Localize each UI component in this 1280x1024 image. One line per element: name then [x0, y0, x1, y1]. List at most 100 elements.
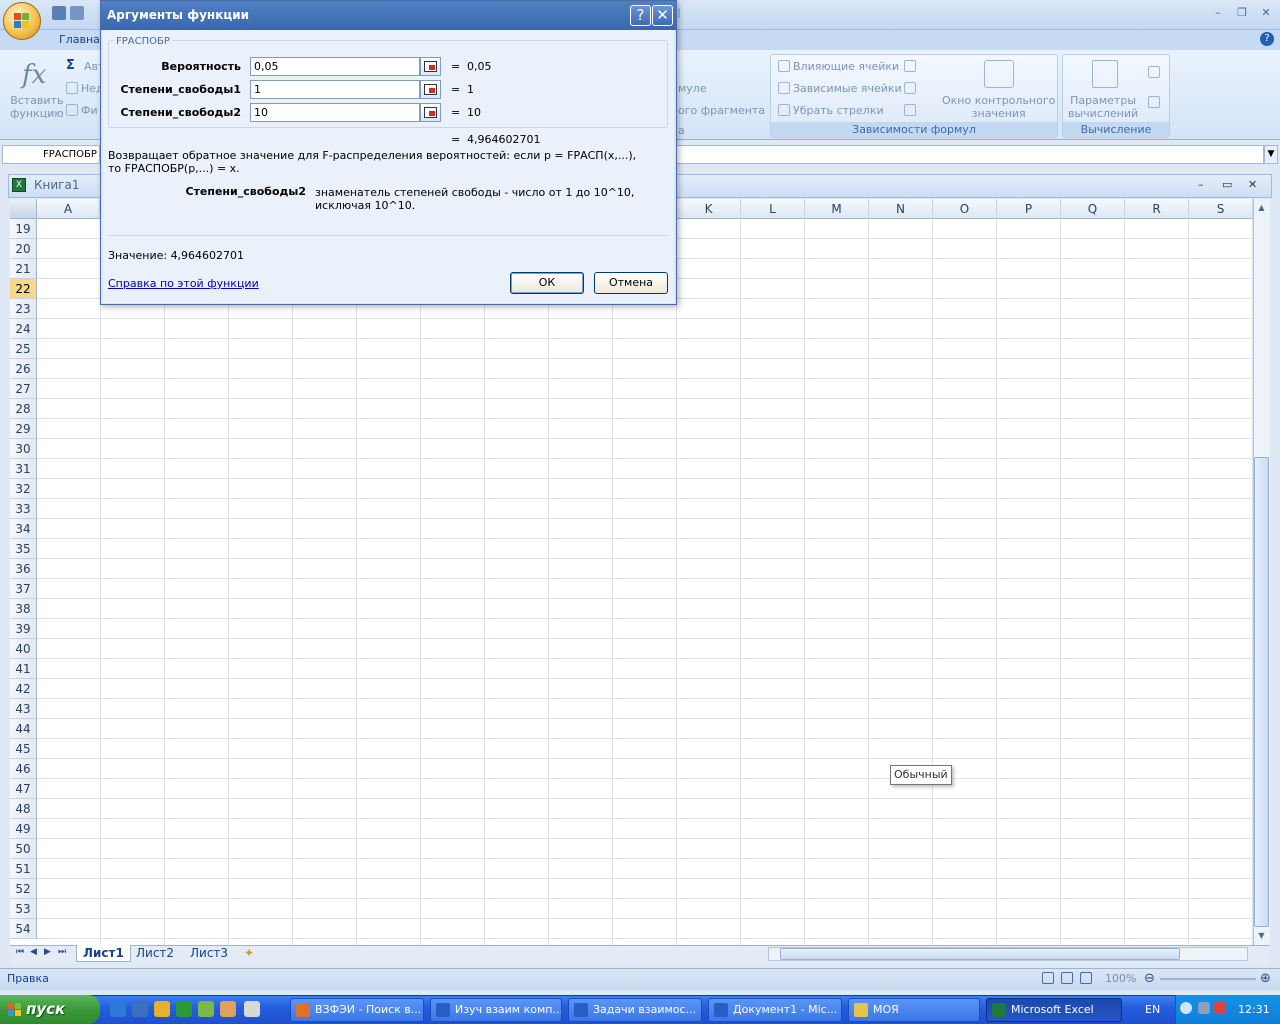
use-in-formula-button[interactable]: муле — [678, 82, 707, 95]
row-header[interactable]: 34 — [10, 519, 37, 539]
column-header[interactable]: S — [1189, 199, 1253, 219]
network-icon[interactable] — [1198, 1002, 1210, 1014]
dialog-close-icon[interactable]: ✕ — [652, 5, 673, 26]
desktop-icon[interactable] — [132, 1001, 148, 1017]
function-help-link[interactable]: Справка по этой функции — [108, 277, 259, 290]
financial-button[interactable]: Фи — [66, 104, 98, 117]
zoom-in-icon[interactable]: ⊕ — [1260, 971, 1271, 986]
row-header[interactable]: 27 — [10, 379, 37, 399]
watch-window-button[interactable]: Окно контрольного значения — [942, 94, 1055, 120]
collapse-dialog-icon[interactable] — [420, 57, 441, 76]
task-folder[interactable]: МОЯ — [848, 998, 980, 1022]
arg-input-df2[interactable]: 10 — [250, 103, 420, 122]
insert-sheet-icon[interactable]: ✦ — [238, 945, 260, 962]
row-header[interactable]: 45 — [10, 739, 37, 759]
arg-input-df1[interactable]: 1 — [250, 80, 420, 99]
row-header[interactable]: 51 — [10, 859, 37, 879]
utility-icon[interactable] — [244, 1001, 260, 1017]
row-header[interactable]: 46 — [10, 759, 37, 779]
quicklaunch-tool-icon[interactable] — [154, 1001, 170, 1017]
next-sheet-icon[interactable]: ▶ — [44, 947, 51, 957]
column-header[interactable]: N — [869, 199, 933, 219]
folder-share-icon[interactable] — [220, 1001, 236, 1017]
save-icon[interactable] — [52, 6, 66, 20]
page-break-icon[interactable] — [1080, 972, 1095, 985]
row-header[interactable]: 21 — [10, 259, 37, 279]
column-header[interactable]: K — [677, 199, 741, 219]
row-header[interactable]: 50 — [10, 839, 37, 859]
scroll-up-icon[interactable]: ▲ — [1254, 200, 1269, 215]
workbook-close-icon[interactable]: ✕ — [1248, 178, 1257, 191]
error-checking-icon[interactable] — [904, 82, 919, 95]
prev-sheet-icon[interactable]: ◀ — [30, 947, 37, 957]
row-header[interactable]: 52 — [10, 879, 37, 899]
arg-input-probability[interactable]: 0,05 — [250, 57, 420, 76]
row-header[interactable]: 43 — [10, 699, 37, 719]
column-header[interactable]: L — [741, 199, 805, 219]
normal-view-icon[interactable] — [1042, 972, 1057, 985]
row-header[interactable]: 37 — [10, 579, 37, 599]
trace-dependents-button[interactable]: Зависимые ячейки — [778, 82, 902, 95]
row-header[interactable]: 23 — [10, 299, 37, 319]
row-header[interactable]: 19 — [10, 219, 37, 239]
task-excel[interactable]: Microsoft Excel — [986, 998, 1122, 1022]
antivirus-icon[interactable] — [1214, 1002, 1226, 1014]
language-indicator[interactable]: EN — [1145, 1003, 1160, 1016]
row-header[interactable]: 22 — [10, 279, 37, 299]
ie-icon[interactable] — [110, 1001, 126, 1017]
close-icon[interactable]: ✕ — [1256, 6, 1276, 20]
sheet-tab-2[interactable]: Лист2 — [130, 945, 180, 962]
workbook-restore-icon[interactable]: ▭ — [1222, 178, 1232, 191]
evaluate-formula-icon[interactable] — [904, 104, 919, 117]
row-header[interactable]: 35 — [10, 539, 37, 559]
horizontal-scroll-thumb[interactable] — [780, 948, 1180, 960]
name-box[interactable]: FРАСПОБР — [2, 145, 100, 164]
task-word-2[interactable]: Задачи взаимос... — [568, 998, 702, 1022]
row-header[interactable]: 33 — [10, 499, 37, 519]
create-from-selection-button[interactable]: ого фрагмента — [678, 104, 765, 117]
undo-icon[interactable] — [70, 6, 84, 20]
calc-now-icon[interactable] — [1148, 66, 1163, 79]
butterfly-icon[interactable] — [198, 1001, 214, 1017]
task-word-3[interactable]: Документ1 - Mic... — [708, 998, 842, 1022]
row-header[interactable]: 54 — [10, 919, 37, 939]
row-header[interactable]: 32 — [10, 479, 37, 499]
row-header[interactable]: 53 — [10, 899, 37, 919]
row-header[interactable]: 36 — [10, 559, 37, 579]
zoom-slider[interactable] — [1160, 978, 1256, 980]
row-header[interactable]: 30 — [10, 439, 37, 459]
row-header[interactable]: 24 — [10, 319, 37, 339]
zoom-out-icon[interactable]: ⊖ — [1144, 971, 1155, 986]
collapse-dialog-icon[interactable] — [420, 80, 441, 99]
office-button[interactable] — [3, 2, 41, 40]
row-header[interactable]: 47 — [10, 779, 37, 799]
row-header[interactable]: 20 — [10, 239, 37, 259]
row-header[interactable]: 25 — [10, 339, 37, 359]
select-all-corner[interactable] — [10, 199, 37, 219]
zoom-level[interactable]: 100% — [1105, 972, 1136, 985]
tray-expand-icon[interactable] — [1180, 1002, 1192, 1014]
row-header[interactable]: 26 — [10, 359, 37, 379]
row-header[interactable]: 49 — [10, 819, 37, 839]
column-header[interactable]: R — [1125, 199, 1189, 219]
insert-function-button[interactable]: Вставить функцию — [10, 94, 64, 120]
row-header[interactable]: 39 — [10, 619, 37, 639]
collapse-dialog-icon[interactable] — [420, 103, 441, 122]
formula-input[interactable] — [676, 145, 1264, 164]
row-header[interactable]: 44 — [10, 719, 37, 739]
row-header[interactable]: 41 — [10, 659, 37, 679]
remove-arrows-button[interactable]: Убрать стрелки — [778, 104, 884, 117]
sheet-tab-3[interactable]: Лист3 — [184, 945, 234, 962]
column-header[interactable]: O — [933, 199, 997, 219]
row-header[interactable]: 28 — [10, 399, 37, 419]
row-header[interactable]: 42 — [10, 679, 37, 699]
first-sheet-icon[interactable]: ⏮ — [16, 947, 24, 957]
column-header[interactable]: P — [997, 199, 1061, 219]
project-icon[interactable] — [176, 1001, 192, 1017]
row-header[interactable]: 29 — [10, 419, 37, 439]
worksheet-grid[interactable] — [10, 199, 1253, 945]
trace-precedents-button[interactable]: Влияющие ячейки — [778, 60, 899, 73]
calculation-options-button[interactable]: Параметры вычислений — [1068, 94, 1138, 120]
help-icon[interactable]: ? — [1260, 32, 1274, 46]
cancel-button[interactable]: Отмена — [594, 272, 668, 294]
